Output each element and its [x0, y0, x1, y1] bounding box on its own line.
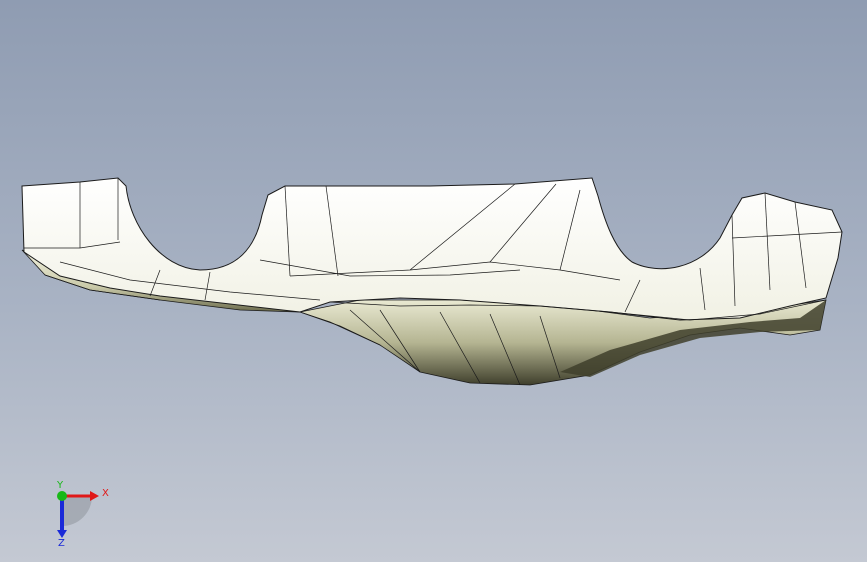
- x-arrowhead-icon: [90, 491, 99, 501]
- y-axis-label: Y: [56, 480, 64, 491]
- z-axis-label: Z: [58, 538, 65, 548]
- part-model[interactable]: [0, 0, 867, 562]
- coordinate-triad[interactable]: X Y Z: [40, 478, 120, 548]
- graphics-viewport[interactable]: X Y Z: [0, 0, 867, 562]
- x-axis-label: X: [102, 488, 109, 499]
- y-axis-icon: [57, 491, 67, 501]
- triad-shadow-icon: [62, 496, 92, 526]
- z-arrowhead-icon: [57, 530, 67, 538]
- model-main-body: [21, 177, 843, 321]
